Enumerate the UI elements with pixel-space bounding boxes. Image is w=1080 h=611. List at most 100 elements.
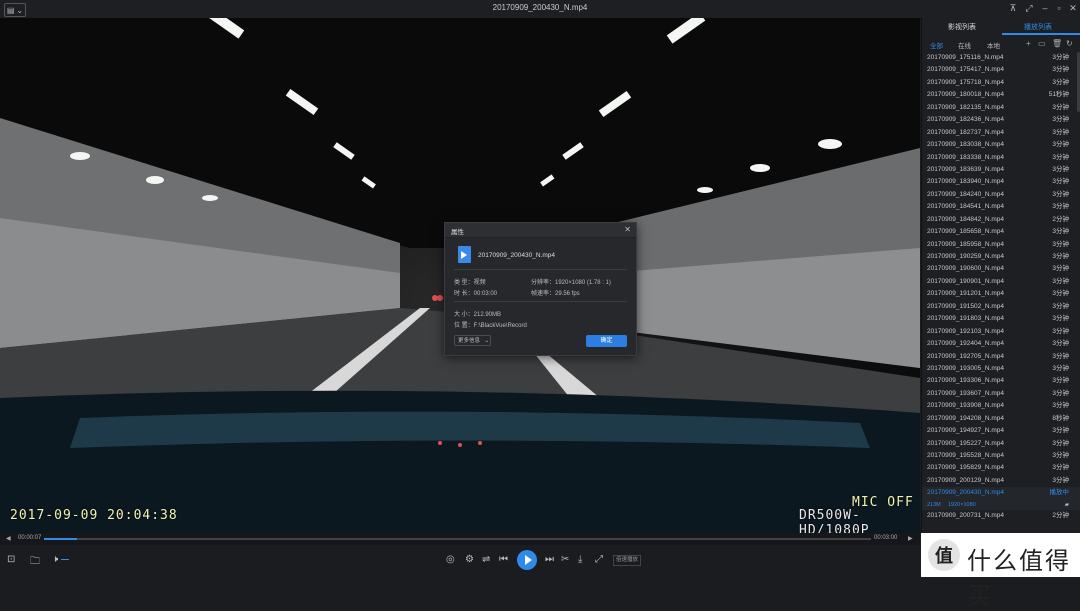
screenshot-icon[interactable]: ⊡ [7, 554, 15, 565]
list-item[interactable]: 20170909_200731_N.mp4 2分钟 [922, 510, 1080, 522]
filter-local[interactable]: 本地 [987, 40, 1000, 50]
pin-icon[interactable]: ⊼ [1006, 3, 1020, 14]
more-info-dropdown[interactable]: 更多信息 ⌄ [454, 335, 491, 346]
next-icon[interactable]: ▶ [908, 535, 913, 542]
list-item[interactable]: 20170909_194208_N.mp4 8秒钟 [922, 413, 1080, 425]
item-duration: 3分钟 [1052, 54, 1069, 61]
list-item[interactable]: 20170909_191502_N.mp4 3分钟 [922, 301, 1080, 313]
list-item[interactable]: 20170909_175417_N.mp4 3分钟 [922, 64, 1080, 76]
item-duration: 3分钟 [1052, 439, 1069, 447]
list-item[interactable]: 20170909_182436_N.mp4 3分钟 [922, 114, 1080, 126]
list-item[interactable]: 20170909_190259_N.mp4 3分钟 [922, 251, 1080, 263]
play-button[interactable] [517, 550, 537, 570]
item-duration: 3分钟 [1052, 203, 1069, 211]
ok-button[interactable]: 确定 [586, 335, 627, 347]
list-item[interactable]: 20170909_185658_N.mp4 3分钟 [922, 226, 1080, 238]
item-duration: 2分钟 [1052, 215, 1069, 223]
fullscreen-toggle-icon[interactable]: ⤢ [595, 554, 603, 565]
item-duration: 3分钟 [1052, 66, 1069, 74]
item-name: 20170909_183038_N.mp4 [927, 141, 1004, 149]
list-item[interactable]: 20170909_192404_N.mp4 3分钟 [922, 338, 1080, 350]
cut-icon[interactable]: ✂ [561, 554, 569, 565]
filter-online[interactable]: 在线 [958, 40, 971, 50]
fullscreen-icon[interactable]: ⤢ [1022, 3, 1036, 14]
filter-all[interactable]: 全部 [930, 40, 943, 50]
list-item[interactable]: 20170909_175116_N.mp4 3分钟 [922, 52, 1080, 64]
previous-icon[interactable]: ⏮ [499, 554, 508, 565]
list-item[interactable]: 20170909_191803_N.mp4 3分钟 [922, 313, 1080, 325]
divider [454, 301, 627, 302]
list-item-playing[interactable]: 20170909_200430_N.mp4 播放中 [922, 487, 1080, 500]
settings-icon[interactable]: ⚙ [465, 554, 474, 565]
item-name: 20170909_194208_N.mp4 [927, 414, 1004, 422]
tab-playlist[interactable]: 播放列表 [1024, 22, 1052, 32]
close-icon[interactable]: ✕ [624, 225, 631, 234]
item-duration: 3分钟 [1052, 165, 1069, 173]
maximize-icon[interactable]: ▫ [1052, 3, 1066, 13]
list-item[interactable]: 20170909_190901_N.mp4 3分钟 [922, 276, 1080, 288]
list-item[interactable]: 20170909_183639_N.mp4 3分钟 [922, 164, 1080, 176]
file-icon[interactable]: ▭ [1038, 39, 1046, 48]
item-duration: 3分钟 [1052, 364, 1069, 372]
active-tab-indicator [1002, 33, 1080, 35]
volume-icon[interactable]: 🕨 [52, 554, 58, 565]
add-icon[interactable]: + [1026, 39, 1031, 48]
list-item[interactable]: 20170909_192705_N.mp4 3分钟 [922, 351, 1080, 363]
file-size: 大 小：212.90MB [454, 312, 502, 318]
item-name: 20170909_185958_N.mp4 [927, 240, 1004, 248]
list-item[interactable]: 20170909_200129_N.mp4 3分钟 [922, 475, 1080, 487]
delete-icon[interactable]: 🗑 [1052, 39, 1062, 48]
item-name: 20170909_184541_N.mp4 [927, 203, 1004, 211]
list-item[interactable]: 20170909_195227_N.mp4 3分钟 [922, 438, 1080, 450]
folder-icon[interactable]: 🗀 [30, 554, 40, 571]
dialog-title: 属性 [451, 229, 464, 236]
next-track-icon[interactable]: ⏭ [545, 554, 554, 565]
folder-icon[interactable]: ▰ [1065, 500, 1069, 510]
item-duration: 3分钟 [1052, 253, 1069, 260]
list-item[interactable]: 20170909_184541_N.mp4 3分钟 [922, 201, 1080, 213]
list-item[interactable]: 20170909_180018_N.mp4 51秒钟 [922, 89, 1080, 101]
list-item[interactable]: 20170909_182135_N.mp4 3分钟 [922, 102, 1080, 114]
title-bar: ▤ ⌄ 20170909_200430_N.mp4 ⊼ ⤢ – ▫ ✕ [0, 0, 1080, 19]
3d-icon[interactable]: ◎ [446, 554, 455, 565]
seek-bar[interactable] [44, 538, 871, 540]
watermark-text: 什么值得买 [967, 547, 1071, 610]
list-item[interactable]: 20170909_175718_N.mp4 3分钟 [922, 77, 1080, 89]
list-item[interactable]: 20170909_185958_N.mp4 3分钟 [922, 239, 1080, 251]
item-name: 20170909_182135_N.mp4 [927, 103, 1004, 111]
download-icon[interactable]: ⤓ [578, 554, 582, 565]
list-item[interactable]: 20170909_183038_N.mp4 3分钟 [922, 139, 1080, 151]
watermark: 值 什么值得买 [921, 533, 1080, 610]
list-item[interactable]: 20170909_192103_N.mp4 3分钟 [922, 326, 1080, 338]
list-item[interactable]: 20170909_191201_N.mp4 3分钟 [922, 288, 1080, 300]
list-item[interactable]: 20170909_183940_N.mp4 3分钟 [922, 176, 1080, 188]
list-item[interactable]: 20170909_193005_N.mp4 3分钟 [922, 363, 1080, 375]
window-title: 20170909_200430_N.mp4 [492, 3, 588, 12]
close-icon[interactable]: ✕ [1066, 3, 1080, 14]
list-item[interactable]: 20170909_193908_N.mp4 3分钟 [922, 400, 1080, 412]
list-item[interactable]: 20170909_184842_N.mp4 2分钟 [922, 214, 1080, 226]
list-item[interactable]: 20170909_194927_N.mp4 3分钟 [922, 425, 1080, 437]
minimize-icon[interactable]: – [1038, 3, 1052, 13]
equalizer-icon[interactable]: ⇌ [482, 554, 490, 565]
item-name: 20170909_183639_N.mp4 [927, 165, 1004, 173]
volume-level[interactable] [61, 559, 69, 560]
playlist: 20170909_175116_N.mp4 3分钟 20170909_175417_… [922, 52, 1080, 522]
speed-button[interactable]: 倍速播放 [613, 555, 642, 566]
tab-media-list[interactable]: 影视列表 [948, 22, 976, 32]
item-name: 20170909_195227_N.mp4 [927, 439, 1004, 447]
total-time: 00:03:00 [874, 535, 898, 541]
list-item[interactable]: 20170909_195528_N.mp4 3分钟 [922, 450, 1080, 462]
list-item[interactable]: 20170909_190600_N.mp4 3分钟 [922, 263, 1080, 275]
item-name: 20170909_180018_N.mp4 [927, 91, 1004, 99]
prev-icon[interactable]: ◀ [6, 535, 11, 542]
list-item[interactable]: 20170909_195829_N.mp4 3分钟 [922, 462, 1080, 474]
list-item[interactable]: 20170909_184240_N.mp4 3分钟 [922, 189, 1080, 201]
loop-icon[interactable]: ↻ [1066, 39, 1073, 48]
list-item[interactable]: 20170909_182737_N.mp4 3分钟 [922, 127, 1080, 139]
list-item[interactable]: 20170909_193607_N.mp4 3分钟 [922, 388, 1080, 400]
item-name: 20170909_193607_N.mp4 [927, 389, 1004, 397]
item-duration: 3分钟 [1052, 265, 1069, 273]
list-item[interactable]: 20170909_193306_N.mp4 3分钟 [922, 375, 1080, 387]
list-item[interactable]: 20170909_183338_N.mp4 3分钟 [922, 152, 1080, 164]
